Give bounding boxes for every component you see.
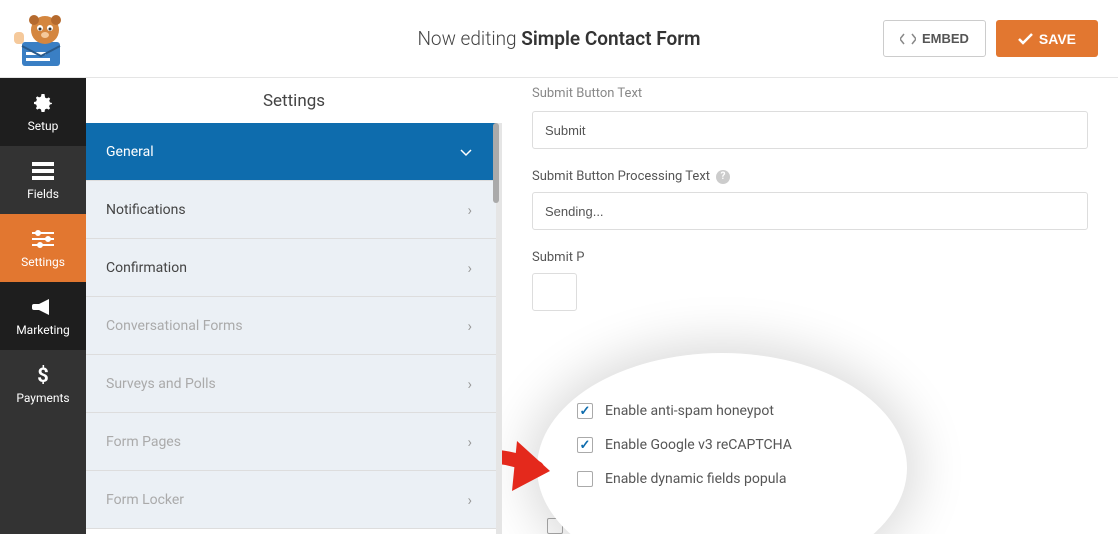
tab-general[interactable]: General: [86, 123, 496, 181]
nav-setup[interactable]: Setup: [0, 78, 86, 146]
settings-header: Settings: [86, 78, 502, 123]
tab-notifications[interactable]: Notifications ›: [86, 181, 496, 239]
chevron-right-icon: ›: [467, 259, 472, 277]
input-submit-processing[interactable]: [532, 192, 1088, 230]
code-icon: [900, 32, 916, 46]
gear-icon: [32, 92, 54, 114]
highlighted-options: Enable anti-spam honeypot Enable Google …: [577, 403, 792, 505]
label-submit-button-text: Submit Button Text: [532, 86, 1088, 101]
tab-confirmation[interactable]: Confirmation ›: [86, 239, 496, 297]
svg-text:$: $: [37, 364, 48, 386]
checkbox-box: [577, 403, 593, 419]
field-submit-processing: Submit Button Processing Text ?: [532, 169, 1088, 230]
megaphone-icon: [32, 296, 54, 318]
chevron-down-icon: [460, 143, 472, 161]
help-icon[interactable]: ?: [716, 170, 730, 184]
red-arrow-annotation: [502, 423, 572, 534]
label-submit-partial: Submit P: [532, 250, 1088, 265]
input-submit-partial[interactable]: [532, 273, 577, 311]
field-submit-partial: Submit P: [532, 250, 1088, 311]
main-area: Setup Fields Settings Marketing $ Paymen…: [0, 78, 1118, 534]
nav-marketing[interactable]: Marketing: [0, 282, 86, 350]
chevron-right-icon: ›: [467, 491, 472, 509]
save-button[interactable]: SAVE: [996, 20, 1098, 57]
editing-title: Now editing Simple Contact Form: [417, 27, 700, 50]
top-actions: EMBED SAVE: [883, 20, 1098, 57]
dollar-icon: $: [32, 364, 54, 386]
top-bar: Now editing Simple Contact Form EMBED SA…: [0, 0, 1118, 78]
input-submit-button-text[interactable]: [532, 111, 1088, 149]
tab-form-locker[interactable]: Form Locker ›: [86, 471, 496, 529]
label-submit-processing: Submit Button Processing Text ?: [532, 169, 1088, 184]
checkbox-box: [577, 471, 593, 487]
list-icon: [32, 160, 54, 182]
chevron-right-icon: ›: [467, 375, 472, 393]
tab-form-pages[interactable]: Form Pages ›: [86, 413, 496, 471]
field-submit-button-text: Submit Button Text: [532, 88, 1088, 149]
checkbox-box: [577, 437, 593, 453]
nav-fields[interactable]: Fields: [0, 146, 86, 214]
content-area: Submit Button Text Submit Button Process…: [502, 78, 1118, 534]
checkbox-dynamic[interactable]: Enable dynamic fields popula: [577, 471, 792, 487]
tab-surveys[interactable]: Surveys and Polls ›: [86, 355, 496, 413]
nav-settings[interactable]: Settings: [0, 214, 86, 282]
settings-panel: Settings General Notifications › Confirm…: [86, 78, 502, 534]
tab-conversational[interactable]: Conversational Forms ›: [86, 297, 496, 355]
embed-button[interactable]: EMBED: [883, 20, 986, 57]
checkbox-honeypot[interactable]: Enable anti-spam honeypot: [577, 403, 792, 419]
left-nav: Setup Fields Settings Marketing $ Paymen…: [0, 78, 86, 534]
app-logo: [12, 12, 70, 74]
chevron-right-icon: ›: [467, 317, 472, 335]
nav-payments[interactable]: $ Payments: [0, 350, 86, 418]
chevron-right-icon: ›: [467, 433, 472, 451]
checkbox-recaptcha[interactable]: Enable Google v3 reCAPTCHA: [577, 437, 792, 453]
sliders-icon: [32, 228, 54, 250]
settings-tabs: General Notifications › Confirmation › C…: [86, 123, 502, 534]
chevron-right-icon: ›: [467, 201, 472, 219]
check-icon: [1018, 33, 1033, 45]
